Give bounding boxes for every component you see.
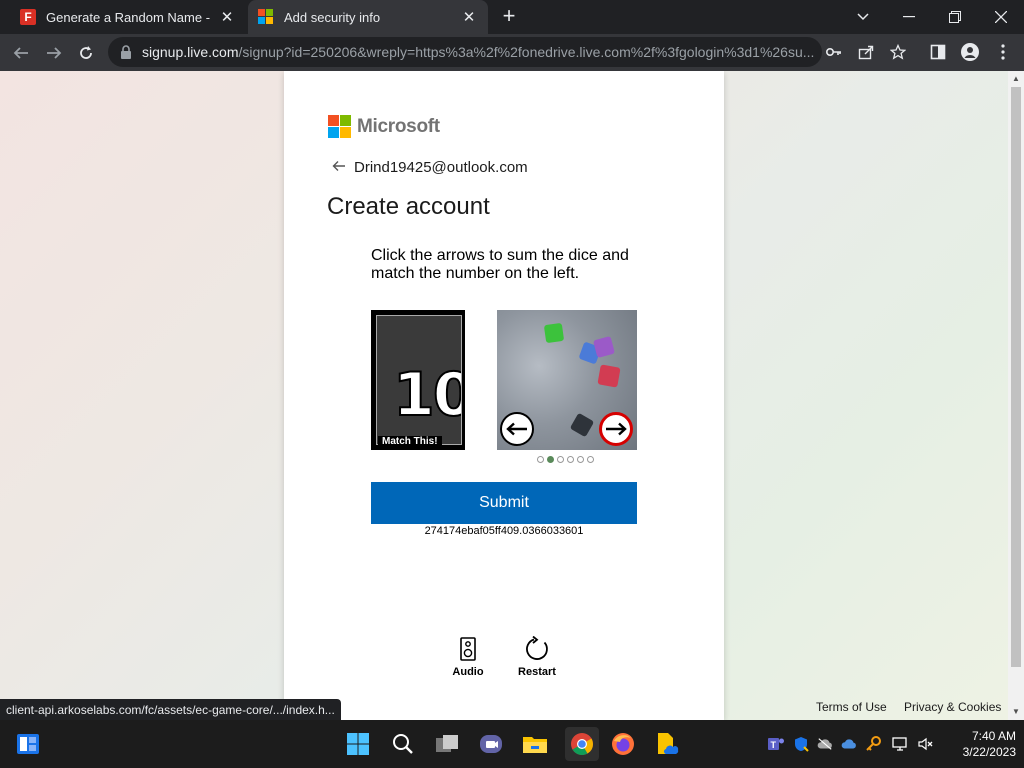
cloud-offline-icon[interactable]	[817, 736, 833, 752]
tab-strip: F Generate a Random Name - Fake ✕ Add se…	[0, 0, 1024, 34]
key-icon[interactable]	[824, 42, 844, 62]
onedrive-cloud-icon[interactable]	[841, 736, 857, 752]
start-windows-icon[interactable]	[344, 730, 372, 758]
audio-label: Audio	[452, 666, 484, 678]
pager-dot	[567, 456, 574, 463]
previous-arrow-button[interactable]	[500, 412, 534, 446]
windows-taskbar: T 7:40 AM 3/22/2023	[0, 720, 1024, 768]
back-arrow-icon[interactable]	[332, 159, 348, 176]
close-tab-icon[interactable]: ✕	[218, 8, 236, 26]
pager-dot	[557, 456, 564, 463]
back-button[interactable]	[8, 40, 34, 66]
pager-dot	[537, 456, 544, 463]
volume-muted-icon[interactable]	[918, 736, 934, 752]
profile-icon[interactable]	[960, 42, 980, 62]
menu-kebab-icon[interactable]	[993, 42, 1013, 62]
fake-name-f-icon: F	[20, 9, 36, 25]
tab-add-security-info[interactable]: Add security info ✕	[248, 0, 488, 34]
image-pager	[537, 456, 594, 463]
purple-die	[592, 335, 616, 359]
page-viewport: Microsoft Drind19425@outlook.com Create …	[0, 71, 1008, 720]
close-window-button[interactable]	[978, 0, 1024, 34]
share-icon[interactable]	[856, 42, 876, 62]
speaker-icon	[460, 636, 476, 662]
microsoft-logo: Microsoft	[328, 115, 440, 138]
minimize-button[interactable]	[886, 0, 932, 34]
green-die	[543, 322, 565, 344]
close-tab-icon[interactable]: ✕	[460, 8, 478, 26]
privacy-cookies-link[interactable]: Privacy & Cookies	[904, 700, 1001, 714]
microsoft-logo-icon	[328, 115, 351, 138]
vertical-scrollbar[interactable]: ▲ ▼	[1008, 71, 1024, 720]
tab-title: Add security info	[284, 9, 381, 25]
scroll-thumb[interactable]	[1011, 87, 1021, 667]
tab-fake-name-generator[interactable]: F Generate a Random Name - Fake ✕	[10, 0, 246, 34]
tab-title: Generate a Random Name - Fake	[46, 9, 212, 25]
link-status-bar: client-api.arkoselabs.com/fc/assets/ec-g…	[0, 699, 341, 721]
dice-image	[497, 310, 637, 450]
restore-button[interactable]	[932, 0, 978, 34]
pager-dot-active	[547, 456, 554, 463]
page-title: Create account	[327, 193, 490, 220]
system-clock[interactable]: 7:40 AM 3/22/2023	[944, 728, 1016, 760]
tab-search-chevron-icon[interactable]	[840, 0, 886, 34]
security-shield-icon[interactable]	[793, 736, 809, 752]
restart-icon	[524, 636, 550, 662]
reload-button[interactable]	[73, 40, 99, 66]
browser-toolbar: signup.live.com/signup?id=250206&wreply=…	[0, 34, 1024, 71]
address-bar[interactable]: signup.live.com/signup?id=250206&wreply=…	[108, 37, 822, 67]
scroll-up-arrow-icon[interactable]: ▲	[1008, 72, 1024, 86]
pager-dot	[587, 456, 594, 463]
session-id: 274174ebaf05ff409.0366033601	[424, 525, 584, 537]
clock-date: 3/22/2023	[962, 745, 1016, 759]
signup-card: Microsoft Drind19425@outlook.com Create …	[284, 71, 724, 720]
forward-button[interactable]	[41, 40, 67, 66]
key-tray-icon[interactable]	[865, 736, 881, 752]
url-text: signup.live.com/signup?id=250206&wreply=…	[142, 44, 815, 60]
chrome-icon[interactable]	[565, 727, 599, 761]
identity-banner[interactable]: Drind19425@outlook.com	[332, 159, 528, 176]
network-icon[interactable]	[892, 736, 908, 752]
lock-icon	[121, 45, 131, 59]
pager-dot	[577, 456, 584, 463]
search-icon[interactable]	[389, 730, 417, 758]
svg-text:T: T	[771, 740, 777, 750]
puzzle-instruction: Click the arrows to sum the dice and mat…	[371, 247, 629, 282]
identity-email: Drind19425@outlook.com	[354, 159, 528, 176]
side-panel-icon[interactable]	[928, 42, 948, 62]
widgets-icon[interactable]	[14, 730, 42, 758]
terms-of-use-link[interactable]: Terms of Use	[816, 700, 887, 714]
brand-name: Microsoft	[357, 115, 440, 137]
restart-label: Restart	[518, 666, 556, 678]
new-tab-button[interactable]: +	[498, 5, 520, 27]
target-number: 10	[392, 359, 461, 431]
restart-button[interactable]: Restart	[507, 636, 567, 678]
audio-button[interactable]: Audio	[438, 636, 498, 678]
bookmark-star-icon[interactable]	[888, 42, 908, 62]
teams-tray-icon[interactable]: T	[768, 736, 784, 752]
firefox-icon[interactable]	[609, 730, 637, 758]
teams-chat-icon[interactable]	[477, 730, 505, 758]
match-this-label: Match This!	[378, 436, 442, 448]
submit-button[interactable]: Submit	[371, 482, 637, 524]
red-die	[597, 364, 621, 388]
file-explorer-icon[interactable]	[521, 730, 549, 758]
scroll-down-arrow-icon[interactable]: ▼	[1008, 705, 1024, 719]
task-view-icon[interactable]	[433, 730, 461, 758]
black-die	[569, 412, 595, 438]
clock-time: 7:40 AM	[971, 729, 1016, 743]
microsoft-icon	[258, 9, 274, 25]
next-arrow-button[interactable]	[599, 412, 633, 446]
onedrive-file-icon[interactable]	[653, 730, 681, 758]
target-number-panel: 10 Match This!	[371, 310, 465, 450]
